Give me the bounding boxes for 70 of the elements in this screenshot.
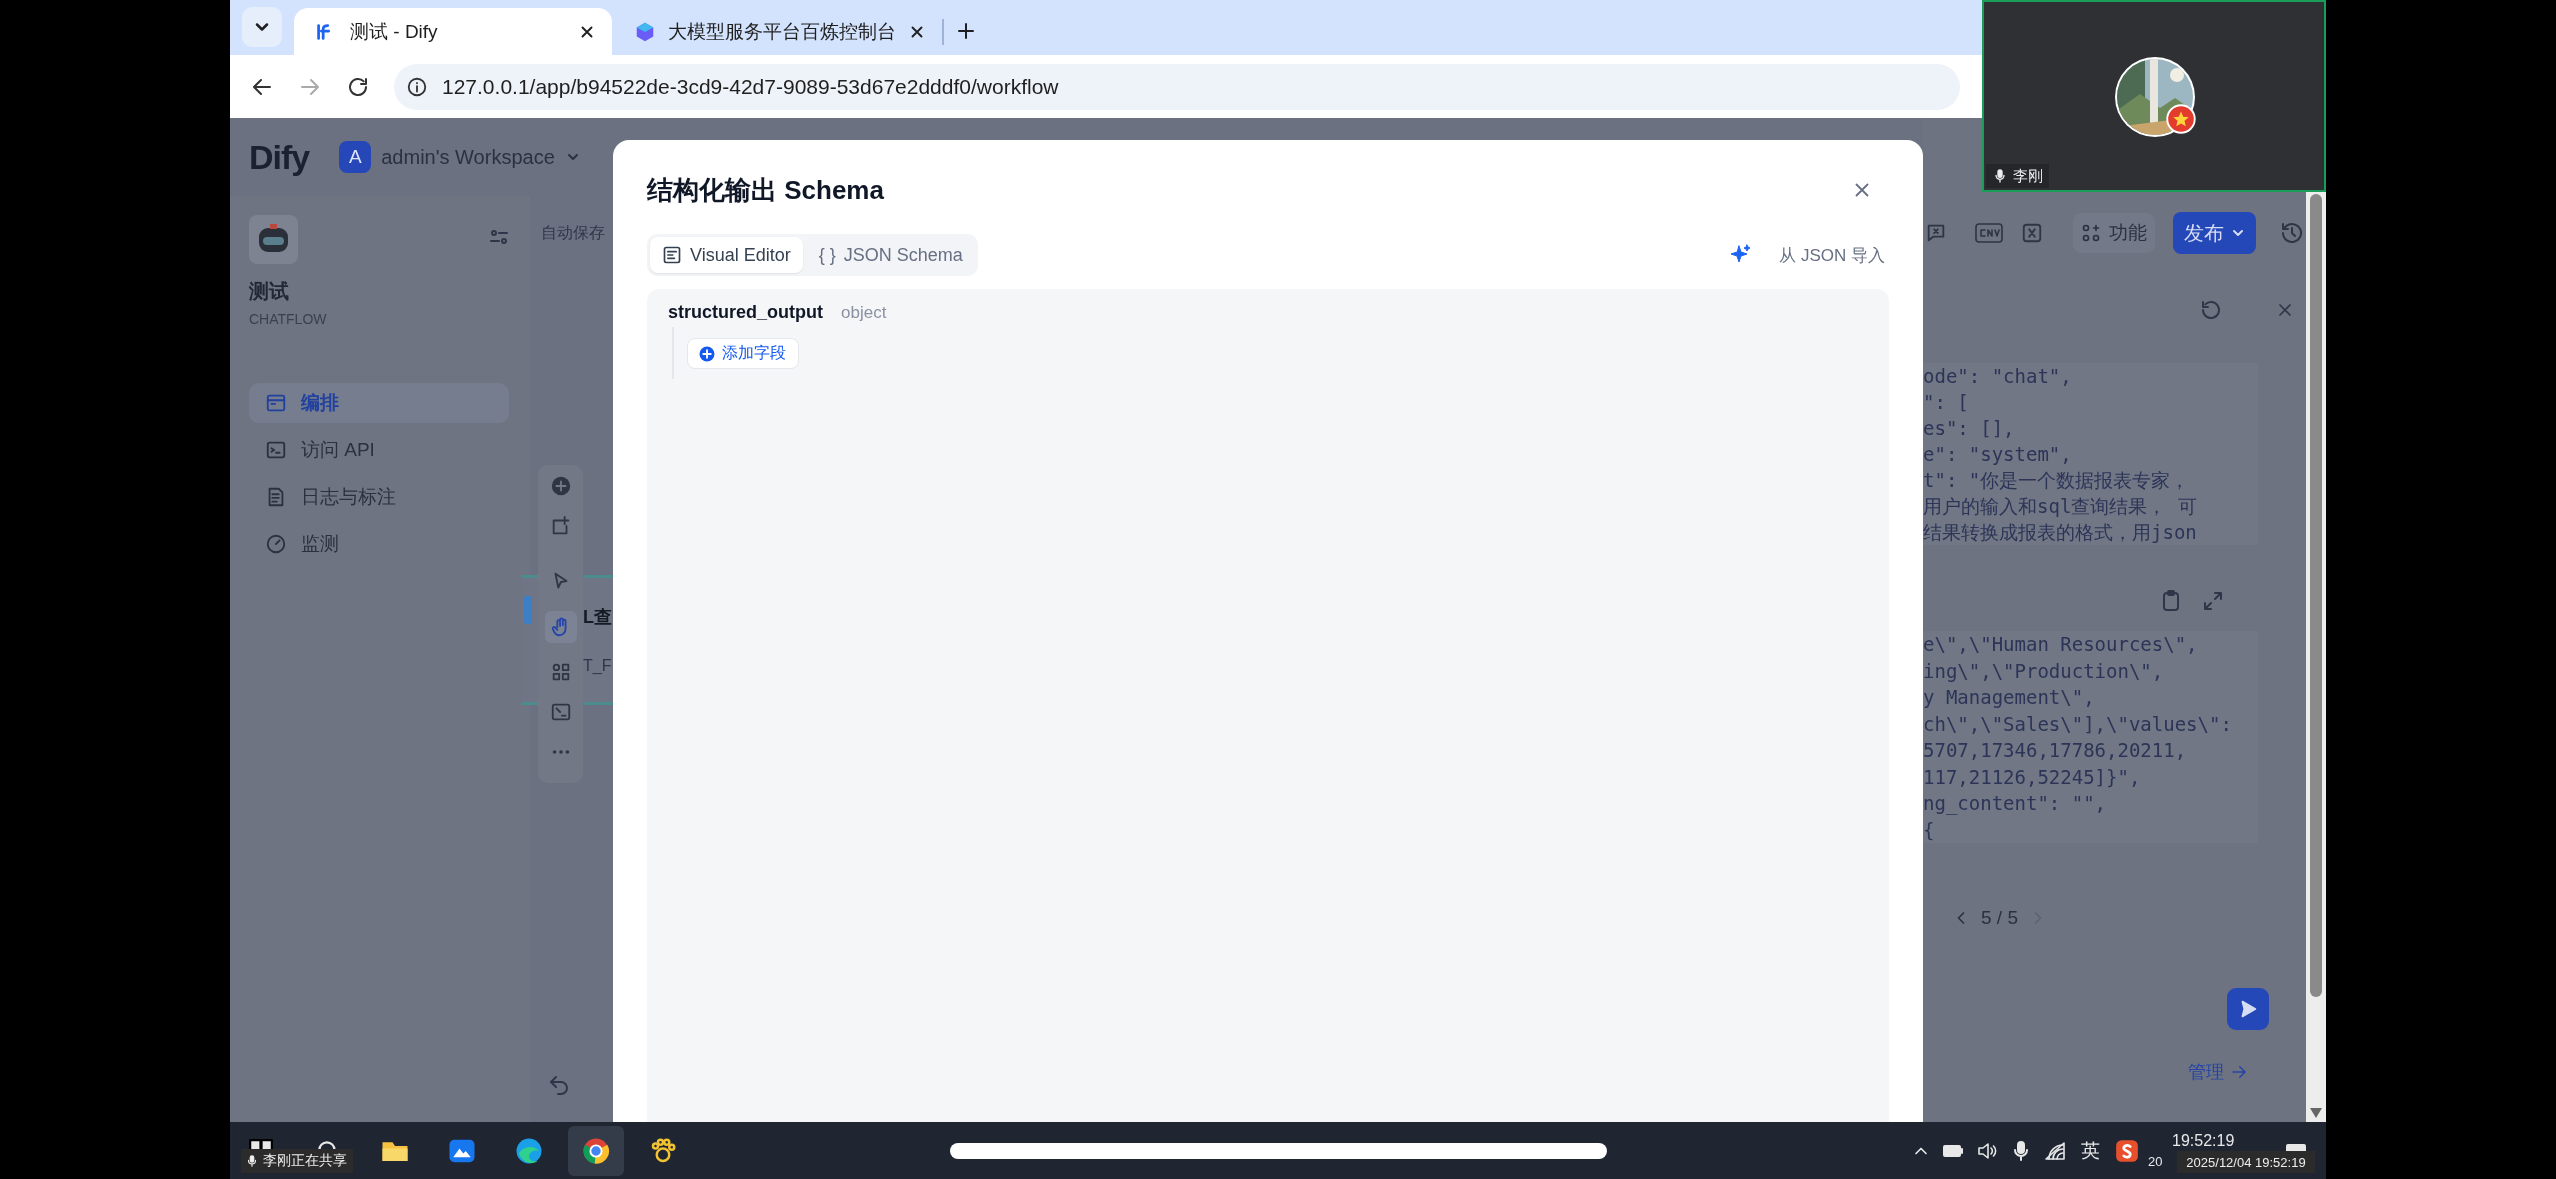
terminal-icon — [265, 439, 287, 461]
code-line: ": [ — [1923, 390, 1970, 415]
browser-tab[interactable]: 大模型服务平台百炼控制台 — [620, 8, 936, 55]
save-status: 自动保存 — [541, 223, 605, 243]
scroll-down-icon[interactable] — [2310, 1108, 2322, 1118]
window-icon — [265, 392, 287, 414]
node-icon — [524, 596, 532, 624]
code-line: 117,21126,52245]}", — [1923, 764, 2142, 790]
microphone-icon — [1992, 168, 2008, 184]
undo-icon[interactable] — [547, 1073, 571, 1097]
app-name: 测试 — [249, 279, 290, 304]
code-line: es": [], — [1923, 416, 2016, 441]
editor-tab[interactable]: Visual Editor — [650, 237, 803, 273]
sidebar-item[interactable]: 监测 — [249, 524, 509, 564]
history-icon[interactable] — [2280, 221, 2304, 245]
sidebar-item[interactable]: 日志与标注 — [249, 477, 509, 517]
workspace-switcher[interactable]: A admin's Workspace — [339, 141, 581, 173]
code-line: ng_content": "", — [1923, 791, 2108, 817]
address-bar[interactable]: 127.0.0.1/app/b94522de-3cd9-42d7-9089-53d67e2dddf0/workflow — [394, 63, 1960, 110]
gauge-icon — [265, 533, 287, 555]
variable-icon[interactable] — [2021, 222, 2043, 244]
code-line: e\",\"Human Resources\", — [1923, 632, 2199, 657]
sidebar-item[interactable]: 访问 API — [249, 430, 509, 470]
field-type: object — [841, 303, 887, 323]
chat-variable-icon[interactable] — [1925, 222, 1947, 244]
editor-icon — [662, 245, 682, 265]
clock-date: 20 — [2148, 1154, 2163, 1169]
expand-icon[interactable] — [2201, 589, 2225, 613]
add-field-button[interactable]: 添加字段 — [687, 338, 799, 369]
timestamp-toast: 2025/12/04 19:52:19 — [2177, 1151, 2315, 1173]
page-indicator: 5 / 5 — [1981, 907, 2018, 929]
field-name: structured_output — [668, 302, 823, 323]
code-line: 5707,17346,17786,20211, — [1923, 738, 2188, 763]
editor-tab[interactable]: { } JSON Schema — [806, 237, 975, 273]
code-line: y Management\", — [1923, 685, 2096, 710]
clock-time: 19:52:19 — [2172, 1132, 2235, 1150]
participant-label: 李刚 — [1986, 164, 2049, 188]
browser-tab[interactable]: 测试 - Dify — [294, 8, 612, 55]
publish-button[interactable]: 发布 — [2173, 212, 2256, 254]
code-line: ch\",\"Sales\"],\"values\": — [1923, 711, 2233, 737]
star-badge-icon — [2166, 104, 2196, 134]
minimap-icon[interactable] — [549, 701, 572, 723]
dialog-title: 结构化输出 Schema — [647, 173, 884, 207]
code-line: { — [1923, 817, 1936, 843]
arrow-right-icon — [2230, 1063, 2248, 1081]
tab-search-button[interactable] — [242, 7, 282, 47]
sogou-icon[interactable] — [2114, 1137, 2140, 1164]
taskbar-app[interactable] — [568, 1125, 624, 1176]
refresh-icon[interactable] — [2199, 298, 2223, 322]
app-logo[interactable]: Dify — [249, 137, 310, 177]
plus-circle-icon — [698, 344, 716, 363]
cube-favicon-icon — [634, 20, 656, 43]
add-node-icon[interactable] — [549, 475, 572, 497]
sharing-toast: 李刚正在共享 — [241, 1149, 353, 1173]
env-icon[interactable] — [1975, 222, 2003, 244]
code-line: ode": "chat", — [1923, 364, 2073, 389]
robot-avatar-icon — [249, 215, 298, 264]
code-line: ing\",\"Production\", — [1923, 658, 2165, 684]
features-button[interactable]: 功能 — [2073, 213, 2155, 253]
code-line: e": "system", — [1923, 442, 2073, 467]
code-line: t": "你是一个数据报表专家， — [1923, 468, 2191, 493]
import-json-button[interactable]: 从 JSON 导入 — [1775, 239, 1889, 271]
apps-icon — [2081, 223, 2101, 243]
microphone-icon — [245, 1154, 259, 1168]
info-icon — [406, 75, 428, 98]
scrollbar-thumb[interactable] — [2310, 194, 2322, 997]
code-line: 结果转换成报表的格式，用json — [1923, 520, 2198, 545]
input-method-indicator[interactable]: 英 — [2081, 1137, 2100, 1164]
code-line: 用户的输入和sql查询结果， 可 — [1923, 494, 2198, 519]
send-button[interactable] — [2227, 988, 2269, 1030]
